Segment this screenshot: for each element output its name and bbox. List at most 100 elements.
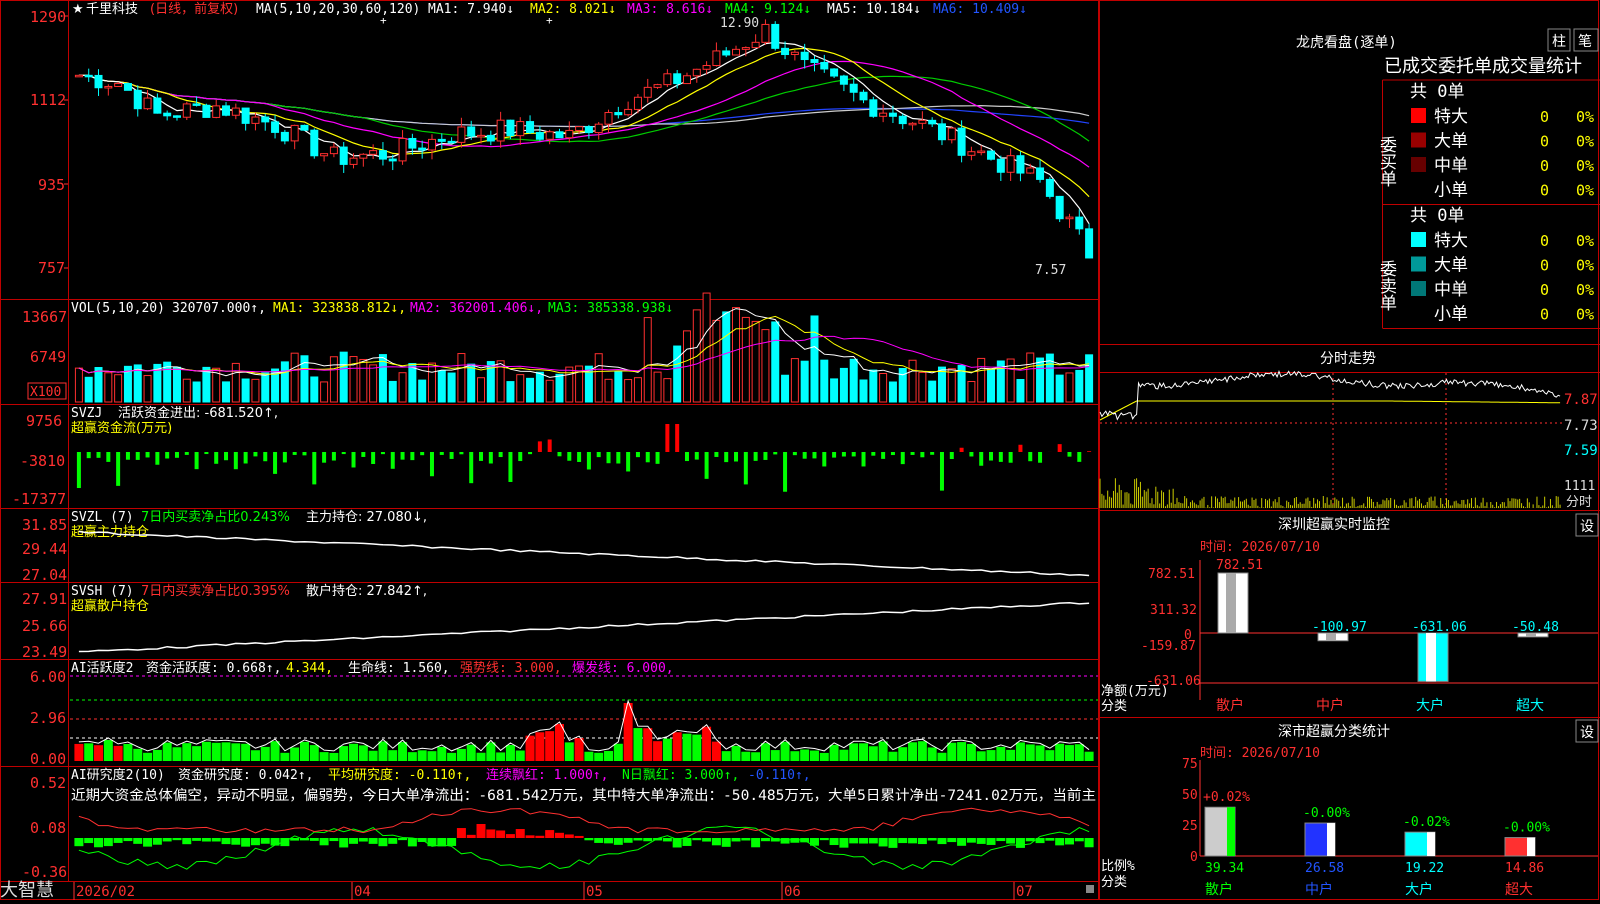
activity-bar[interactable]	[369, 751, 378, 761]
bar-mode-button[interactable]: 柱	[1548, 29, 1570, 51]
volume-bar[interactable]	[1056, 375, 1063, 402]
activity-bar[interactable]	[437, 747, 446, 761]
flow-bar[interactable]	[116, 452, 120, 486]
tick-mode-button[interactable]: 笔	[1574, 29, 1598, 51]
candle-body[interactable]	[311, 130, 318, 156]
volume-bar[interactable]	[517, 375, 524, 402]
flow-bar[interactable]	[930, 452, 934, 455]
flow-bar[interactable]	[401, 452, 405, 460]
activity-bar[interactable]	[732, 746, 741, 761]
research-bar[interactable]	[339, 838, 348, 847]
activity-bar[interactable]	[300, 742, 309, 761]
research-bar[interactable]	[182, 838, 191, 844]
candle-body[interactable]	[1017, 156, 1024, 173]
candle-body[interactable]	[487, 135, 494, 141]
activity-bar[interactable]	[427, 751, 436, 761]
activity-bar[interactable]	[339, 746, 348, 761]
volume-bar[interactable]	[978, 358, 985, 402]
research-bar[interactable]	[84, 838, 93, 843]
candle-body[interactable]	[1046, 179, 1053, 196]
flow-bar[interactable]	[322, 452, 326, 463]
volume-bar[interactable]	[713, 320, 720, 402]
research-bar[interactable]	[604, 838, 613, 843]
period-mode[interactable]: (日线，前复权)	[150, 1, 238, 17]
monitor-settings-button[interactable]: 设	[1576, 514, 1598, 536]
research-bar[interactable]	[790, 838, 799, 843]
flow-bar[interactable]	[1009, 452, 1013, 463]
activity-bar[interactable]	[859, 743, 868, 761]
activity-bar[interactable]	[879, 741, 888, 761]
flow-bar[interactable]	[165, 452, 169, 458]
candle-body[interactable]	[634, 97, 641, 109]
lock-icon[interactable]	[1086, 885, 1094, 893]
research-bar[interactable]	[359, 838, 368, 842]
volume-bar[interactable]	[75, 368, 82, 402]
candle-body[interactable]	[811, 60, 818, 63]
research-bar[interactable]	[388, 838, 397, 844]
volume-bar[interactable]	[321, 382, 328, 402]
candle-body[interactable]	[105, 86, 112, 88]
activity-bar[interactable]	[653, 741, 662, 761]
volume-bar[interactable]	[733, 308, 740, 402]
flow-bar[interactable]	[263, 452, 267, 461]
candle-body[interactable]	[350, 158, 357, 164]
activity-bar[interactable]	[163, 743, 172, 761]
research-bar[interactable]	[477, 824, 486, 838]
candle-body[interactable]	[556, 132, 563, 138]
candle-body[interactable]	[1027, 168, 1034, 173]
candle-body[interactable]	[860, 92, 867, 100]
candle-body[interactable]	[527, 122, 534, 133]
main-holding-line[interactable]	[79, 531, 1089, 575]
research-bar[interactable]	[692, 838, 701, 840]
volume-bar[interactable]	[988, 369, 995, 402]
flow-bar[interactable]	[293, 452, 297, 455]
candle-body[interactable]	[438, 139, 445, 141]
candle-body[interactable]	[173, 116, 180, 118]
activity-bar[interactable]	[947, 743, 956, 761]
research-bar[interactable]	[898, 838, 907, 843]
volume-bar[interactable]	[1076, 370, 1083, 402]
candle-body[interactable]	[929, 120, 936, 124]
volume-bar[interactable]	[438, 371, 445, 402]
candle-body[interactable]	[448, 141, 455, 143]
activity-bar[interactable]	[477, 753, 486, 761]
flow-bar[interactable]	[381, 452, 385, 454]
volume-bar[interactable]	[889, 382, 896, 402]
volume-bar[interactable]	[664, 379, 671, 402]
research-bar[interactable]	[94, 838, 103, 847]
research-bar[interactable]	[879, 838, 888, 846]
candle-body[interactable]	[850, 84, 857, 92]
candle-body[interactable]	[978, 151, 985, 153]
volume-bar[interactable]	[644, 318, 651, 402]
research-bar[interactable]	[143, 838, 152, 847]
flow-bar[interactable]	[224, 452, 228, 460]
activity-bar[interactable]	[310, 745, 319, 761]
flow-bar[interactable]	[371, 452, 375, 464]
flow-bar[interactable]	[1038, 452, 1042, 463]
candle-body[interactable]	[115, 84, 122, 87]
activity-bar[interactable]	[996, 747, 1005, 761]
flow-bar[interactable]	[77, 452, 81, 488]
volume-bar[interactable]	[654, 372, 661, 402]
research-bar[interactable]	[1045, 838, 1054, 841]
volume-bar[interactable]	[850, 359, 857, 402]
volume-bar[interactable]	[1017, 379, 1024, 402]
candle-body[interactable]	[1086, 229, 1093, 258]
flow-bar[interactable]	[234, 452, 238, 469]
flow-bar[interactable]	[597, 452, 601, 457]
flow-bar[interactable]	[557, 452, 561, 456]
candle-body[interactable]	[968, 152, 975, 156]
activity-bar[interactable]	[526, 736, 535, 761]
volume-bar[interactable]	[370, 365, 377, 402]
flow-bar[interactable]	[1077, 452, 1081, 462]
activity-bar[interactable]	[153, 750, 162, 761]
research-bar[interactable]	[967, 838, 976, 843]
research-bar[interactable]	[849, 838, 858, 843]
volume-bar[interactable]	[105, 373, 112, 402]
research-bar[interactable]	[702, 838, 711, 842]
activity-bar[interactable]	[614, 744, 623, 761]
flow-bar[interactable]	[950, 452, 954, 459]
candle-body[interactable]	[683, 76, 690, 84]
volume-bar[interactable]	[791, 359, 798, 402]
flow-bar[interactable]	[352, 452, 356, 467]
